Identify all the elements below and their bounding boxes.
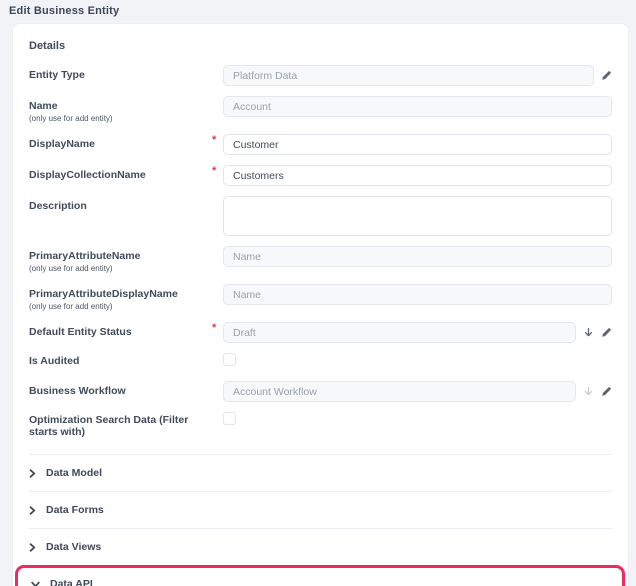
arrow-down-icon [583, 386, 594, 397]
required-asterisk: * [212, 322, 216, 334]
form-row-business-workflow: Business Workflow [29, 381, 612, 402]
form-row-optimization-search: Optimization Search Data (Filter starts … [29, 412, 612, 438]
name-note: (only use for add entity) [29, 114, 211, 124]
form-row-display-collection-name: DisplayCollectionName * [29, 165, 612, 186]
section-label: Data Views [46, 541, 101, 553]
form-row-default-entity-status: Default Entity Status * [29, 322, 612, 343]
description-textarea[interactable] [223, 196, 612, 236]
default-entity-status-label: Default Entity Status [29, 326, 211, 338]
primary-attribute-display-name-input [223, 284, 612, 305]
business-workflow-label: Business Workflow [29, 385, 211, 397]
section-data-model[interactable]: Data Model [29, 454, 612, 491]
form-row-entity-type: Entity Type [29, 65, 612, 86]
entity-type-label: Entity Type [29, 69, 211, 81]
primary-attribute-name-label: PrimaryAttributeName [29, 250, 211, 262]
chevron-down-icon [31, 581, 40, 586]
arrow-down-icon[interactable] [583, 327, 594, 338]
edit-entity-panel: Details Entity Type Name (only use for a… [12, 23, 629, 586]
primary-attribute-name-input [223, 246, 612, 267]
is-audited-label: Is Audited [29, 355, 211, 367]
display-name-label: DisplayName [29, 138, 211, 150]
section-data-views[interactable]: Data Views [29, 528, 612, 565]
form-row-is-audited: Is Audited [29, 353, 612, 367]
display-name-input[interactable] [223, 134, 612, 155]
section-data-api[interactable]: Data API [31, 574, 610, 586]
required-asterisk: * [212, 134, 216, 146]
optimization-search-checkbox[interactable] [223, 412, 236, 425]
optimization-search-label: Optimization Search Data (Filter starts … [29, 414, 211, 438]
display-collection-name-label: DisplayCollectionName [29, 169, 211, 181]
form-row-primary-attribute-name: PrimaryAttributeName (only use for add e… [29, 246, 612, 274]
form-row-name: Name (only use for add entity) [29, 96, 612, 124]
form-row-description: Description [29, 196, 612, 236]
display-collection-name-input[interactable] [223, 165, 612, 186]
is-audited-checkbox[interactable] [223, 353, 236, 366]
default-entity-status-input [223, 322, 576, 343]
form-row-display-name: DisplayName * [29, 134, 612, 155]
edit-pencil-icon[interactable] [601, 70, 612, 81]
required-asterisk: * [212, 165, 216, 177]
name-input [223, 96, 612, 117]
section-label: Data Model [46, 467, 102, 479]
section-label: Data API [50, 578, 93, 586]
business-workflow-input [223, 381, 576, 402]
description-label: Description [29, 200, 211, 212]
data-api-highlight-box: Data API Postman REST API Methods [15, 565, 625, 586]
form-row-primary-attribute-display-name: PrimaryAttributeDisplayName (only use fo… [29, 284, 612, 312]
chevron-right-icon [29, 506, 36, 515]
page-title: Edit Business Entity [0, 0, 636, 20]
primary-attribute-display-name-note: (only use for add entity) [29, 302, 211, 312]
name-label: Name [29, 100, 211, 112]
primary-attribute-name-note: (only use for add entity) [29, 264, 211, 274]
details-section-title: Details [29, 40, 612, 52]
entity-type-input [223, 65, 594, 86]
edit-pencil-icon[interactable] [601, 386, 612, 397]
section-label: Data Forms [46, 504, 104, 516]
chevron-right-icon [29, 543, 36, 552]
chevron-right-icon [29, 469, 36, 478]
primary-attribute-display-name-label: PrimaryAttributeDisplayName [29, 288, 211, 300]
edit-pencil-icon[interactable] [601, 327, 612, 338]
section-data-forms[interactable]: Data Forms [29, 491, 612, 528]
